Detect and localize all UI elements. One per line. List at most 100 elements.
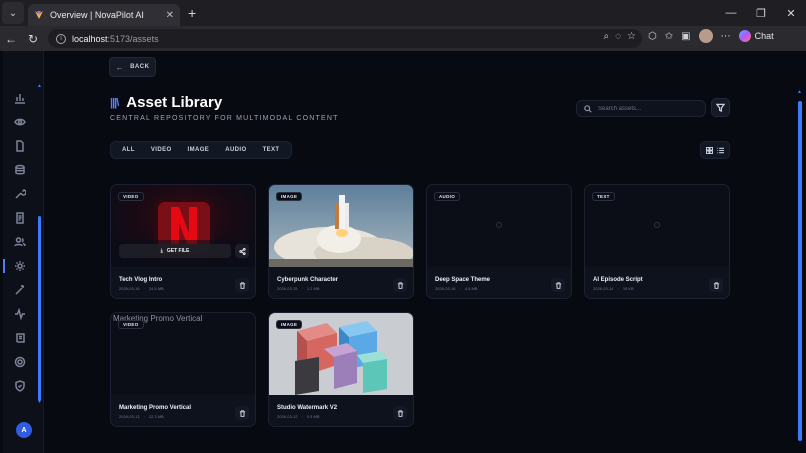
wrench-icon	[15, 189, 26, 199]
asset-date: 2026-03-15	[119, 286, 140, 291]
tab-audio[interactable]: AUDIO	[218, 143, 253, 157]
sidebar-item-logs[interactable]	[13, 331, 27, 345]
asset-name: Studio Watermark V2	[277, 405, 338, 411]
asset-date: 2026-03-13	[119, 414, 140, 419]
share-icon	[238, 247, 246, 255]
sidebar-item-magic[interactable]	[13, 283, 27, 297]
view-toggle	[700, 141, 730, 159]
sidebar-item-view[interactable]	[13, 115, 27, 129]
asset-size: 24.5 MB	[148, 286, 164, 291]
asset-meta: 2026-03-13 · 12.3 MB	[119, 414, 164, 419]
chat-label: Chat	[754, 31, 774, 41]
arrow-left-icon: ←	[115, 62, 125, 72]
delete-button[interactable]	[551, 278, 565, 292]
copilot-chat-button[interactable]: Chat	[738, 30, 774, 42]
favorite-star-icon[interactable]: ☆	[627, 31, 636, 42]
tab-text[interactable]: TEXT	[256, 143, 287, 157]
sidebar-item-settings[interactable]	[13, 259, 27, 273]
asset-name: Deep Space Theme	[435, 277, 491, 283]
magic-wand-icon	[15, 284, 25, 295]
reload-icon[interactable]: ↻	[22, 28, 44, 50]
asset-card[interactable]: IMAGE Studio Watermark V2 2026-03-12 · 0.5…	[268, 312, 414, 427]
filter-icon	[716, 103, 725, 112]
more-menu-icon[interactable]: ⋯	[721, 31, 731, 42]
back-arrow-icon[interactable]: ←	[0, 28, 22, 50]
grid-icon	[706, 146, 713, 154]
tab-image[interactable]: IMAGE	[181, 143, 217, 157]
close-window-icon[interactable]: ✕	[776, 0, 806, 26]
trash-icon	[239, 409, 245, 417]
asset-thumbnail: TEXT	[585, 185, 729, 267]
sidebar-item-notes[interactable]	[13, 211, 27, 225]
asset-card[interactable]: IMAGE Cyberpunk Character 2026-03-15 · 1.2…	[268, 184, 414, 299]
profile-avatar[interactable]	[698, 29, 713, 43]
get-file-button[interactable]: ⤓ GET FILE	[119, 244, 231, 258]
favorites-icon[interactable]: ✩	[665, 31, 673, 42]
asset-name: Cyberpunk Character	[277, 277, 339, 283]
filter-button[interactable]	[711, 98, 730, 117]
site-info-icon[interactable]: i	[56, 33, 66, 44]
page-scroll-up-icon[interactable]: ▲	[797, 89, 802, 95]
asset-meta: 2026-03-14 · 15 KB	[593, 286, 634, 291]
delete-button[interactable]	[393, 278, 407, 292]
close-tab-icon[interactable]: ✕	[166, 10, 174, 21]
asset-meta: 2026-03-15 · 1.2 MB	[277, 286, 320, 291]
asset-size: 1.2 MB	[306, 286, 320, 291]
sidebar-item-support[interactable]	[13, 355, 27, 369]
sidebar-scrollbar[interactable]	[38, 216, 41, 401]
collections-icon[interactable]: ▣	[681, 31, 690, 42]
asset-thumbnail: IMAGE	[269, 185, 413, 267]
asset-card[interactable]: TEXT AI Episode Script 2026-03-14 · 15 KB	[584, 184, 730, 299]
delete-button[interactable]	[235, 278, 249, 292]
sidebar-item-activity[interactable]	[13, 307, 27, 321]
audio-placeholder-icon	[496, 222, 502, 228]
type-badge: VIDEO	[118, 320, 144, 329]
zoom-icon[interactable]: ⌕	[603, 31, 609, 42]
sidebar-item-documents[interactable]	[13, 139, 27, 153]
share-button[interactable]	[235, 244, 249, 258]
search-container	[576, 100, 706, 117]
asset-card[interactable]: Marketing Promo Vertical VIDEO Marketing…	[110, 312, 256, 427]
user-avatar[interactable]: A	[16, 422, 32, 438]
grid-view-button[interactable]	[705, 145, 715, 155]
trash-icon	[239, 281, 245, 289]
sidebar-scroll-up-icon[interactable]: ▲	[37, 83, 42, 89]
type-badge: IMAGE	[276, 320, 303, 329]
list-view-button[interactable]	[716, 145, 726, 155]
asset-thumbnail: VIDEO ⤓ GET FILE	[111, 185, 255, 267]
search-input[interactable]	[598, 105, 698, 112]
bar-chart-icon	[15, 94, 25, 104]
sidebar-item-analytics[interactable]	[13, 91, 27, 105]
sidebar-item-tools[interactable]	[13, 187, 27, 201]
asset-card[interactable]: VIDEO ⤓ GET FILE Tech Vlog Intro 2026-03…	[110, 184, 256, 299]
app-main: ▲ ▼ A ▲ ← BACK |||\ Asset Library CENTRA…	[0, 51, 806, 453]
sidebar-item-database[interactable]	[13, 163, 27, 177]
sidebar-scroll-down-icon[interactable]: ▼	[37, 399, 42, 405]
asset-size: 4.5 MB	[464, 286, 478, 291]
address-bar-row: ← ↻ i localhost:5173/assets ⌕ ◌ ☆ ⬡ ✩ ▣ …	[0, 26, 806, 51]
sidebar-item-security[interactable]	[13, 379, 27, 393]
new-tab-button[interactable]: +	[188, 5, 196, 21]
page-scrollbar[interactable]	[798, 101, 802, 441]
asset-date: 2026-03-15	[277, 286, 298, 291]
minimize-icon[interactable]: —	[716, 0, 746, 26]
restore-icon[interactable]: ❐	[746, 0, 776, 26]
sidebar-item-users[interactable]	[13, 235, 27, 249]
tab-video[interactable]: VIDEO	[144, 143, 179, 157]
tab-title: Overview | NovaPilot AI	[50, 10, 144, 20]
tab-all[interactable]: ALL	[115, 143, 142, 157]
read-aloud-icon[interactable]: ◌	[615, 31, 621, 42]
url-field[interactable]: i localhost:5173/assets ⌕ ◌ ☆	[48, 29, 642, 48]
asset-name: Marketing Promo Vertical	[119, 405, 192, 411]
delete-button[interactable]	[709, 278, 723, 292]
document-icon	[16, 140, 24, 152]
back-button[interactable]: ← BACK	[109, 57, 156, 77]
delete-button[interactable]	[235, 406, 249, 420]
asset-meta: 2026-03-16 · 4.5 MB	[435, 286, 478, 291]
delete-button[interactable]	[393, 406, 407, 420]
trash-icon	[397, 409, 403, 417]
browser-tab[interactable]: Overview | NovaPilot AI ✕	[28, 4, 180, 26]
asset-card[interactable]: AUDIO Deep Space Theme 2026-03-16 · 4.5 MB	[426, 184, 572, 299]
extensions-icon[interactable]: ⬡	[648, 31, 657, 42]
tab-actions-menu[interactable]: ⌄	[2, 2, 24, 24]
